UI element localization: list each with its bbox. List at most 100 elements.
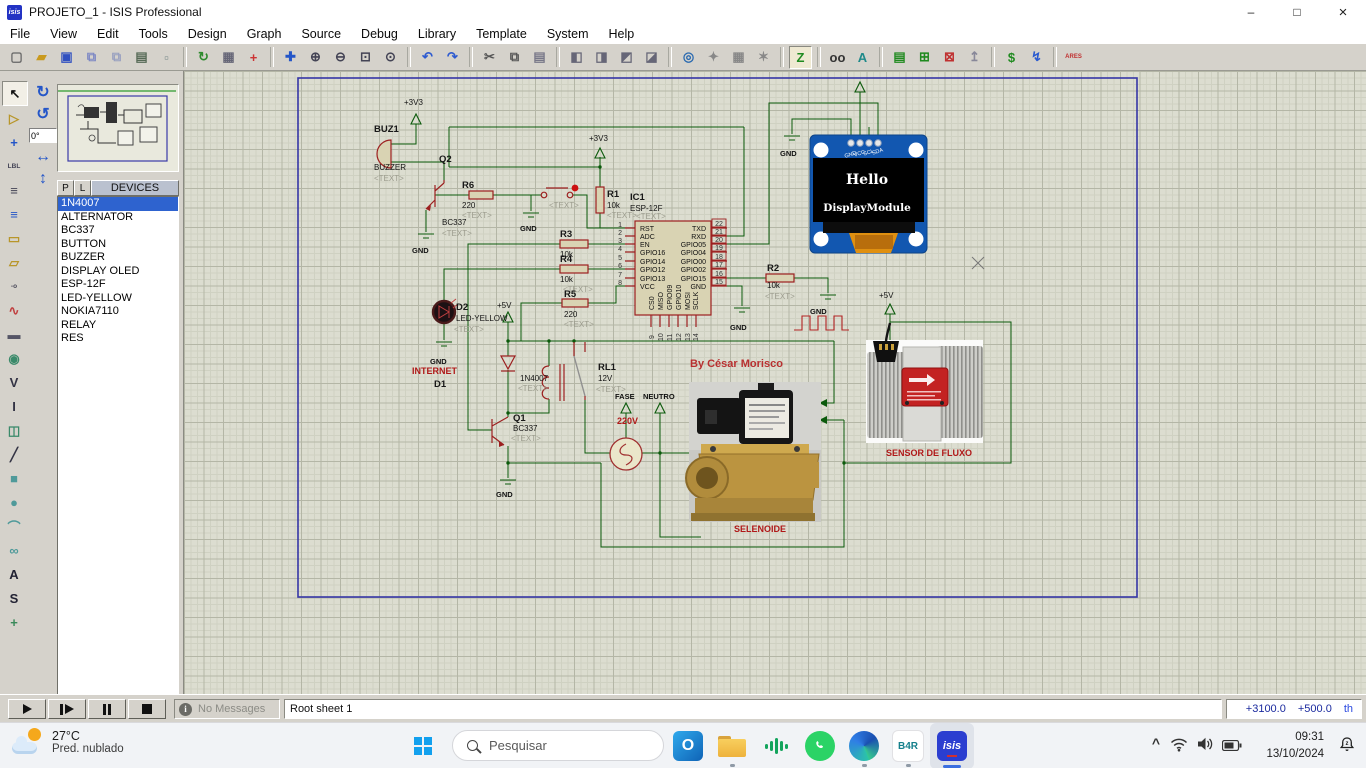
resistor-R4[interactable] — [560, 265, 588, 273]
device-pin-mode-button[interactable]: -o — [2, 275, 26, 298]
zoom-area-button[interactable]: ⊡ — [354, 46, 377, 69]
zoom-all-button[interactable]: ⊙ — [379, 46, 402, 69]
menu-design[interactable]: Design — [178, 27, 237, 41]
current-probe-mode-button[interactable]: I — [2, 395, 26, 418]
device-item-alternator[interactable]: ALTERNATOR — [58, 211, 178, 225]
junction-dot-mode-button[interactable]: + — [2, 131, 26, 154]
wire-label-mode-button[interactable]: LBL — [2, 155, 26, 178]
mirror-horizontal-button[interactable]: ↔ — [35, 146, 51, 168]
notification-bell-icon[interactable]: z — [1338, 736, 1356, 754]
paste-button[interactable]: ▤ — [528, 46, 551, 69]
overview-pane[interactable] — [57, 84, 179, 172]
packaging-tool-button[interactable]: ▦ — [727, 46, 750, 69]
devices-list[interactable]: 1N4007ALTERNATORBC337BUTTONBUZZERDISPLAY… — [57, 196, 179, 762]
block-move-button[interactable]: ◨ — [590, 46, 613, 69]
isis-taskbar-button[interactable]: isis — [930, 723, 974, 768]
flow-sensor-photo[interactable] — [866, 323, 983, 443]
selection-mode-button[interactable]: ↖ — [2, 81, 28, 106]
tape-recorder-mode-button[interactable]: ▬ — [2, 323, 26, 346]
bill-of-materials-button[interactable]: $ — [1000, 46, 1023, 69]
new-file-button[interactable]: ▢ — [5, 46, 28, 69]
block-delete-button[interactable]: ◪ — [640, 46, 663, 69]
solenoid-valve-photo[interactable] — [686, 382, 821, 522]
make-device-button[interactable]: ✦ — [702, 46, 725, 69]
open-folder-button[interactable]: ▰ — [30, 46, 53, 69]
electrical-rule-check-button[interactable]: ↯ — [1025, 46, 1048, 69]
menu-library[interactable]: Library — [408, 27, 466, 41]
bus-mode-button[interactable]: ≡ — [2, 203, 26, 226]
b4r-taskbar-button[interactable]: B4R — [886, 723, 930, 768]
schematic-canvas[interactable]: +3V3BUZ1BUZZER<TEXT>Q2BC337<TEXT>R6220<T… — [183, 71, 1366, 694]
device-item-esp-12f[interactable]: ESP-12F — [58, 278, 178, 292]
play-button[interactable] — [8, 699, 46, 719]
pick-device-button[interactable]: ◎ — [677, 46, 700, 69]
maximize-button[interactable]: □ — [1274, 0, 1320, 24]
toggle-grid-button[interactable]: ▦ — [217, 46, 240, 69]
box-mode-button[interactable]: ■ — [2, 467, 26, 490]
goto-sheet-button[interactable]: ↥ — [963, 46, 986, 69]
voltage-probe-mode-button[interactable]: V — [2, 371, 26, 394]
rotate-anticlockwise-button[interactable]: ↺ — [36, 103, 49, 125]
netlist-to-ares-button[interactable]: ARES — [1062, 46, 1085, 69]
marker-mode-button[interactable]: + — [2, 611, 26, 634]
pause-button[interactable] — [88, 699, 126, 719]
line-mode-button[interactable]: ╱ — [2, 443, 26, 466]
component-mode-button[interactable]: ▷ — [2, 107, 26, 130]
device-item-display-oled[interactable]: DISPLAY OLED — [58, 265, 178, 279]
symbol-mode-button[interactable]: S — [2, 587, 26, 610]
menu-graph[interactable]: Graph — [237, 27, 292, 41]
menu-source[interactable]: Source — [291, 27, 351, 41]
menu-template[interactable]: Template — [466, 27, 537, 41]
search-box[interactable]: Pesquisar — [452, 730, 664, 761]
clock[interactable]: 09:31 13/10/2024 — [1266, 729, 1324, 762]
start-button[interactable] — [400, 723, 446, 768]
cut-button[interactable]: ✂ — [478, 46, 501, 69]
stop-button[interactable] — [128, 699, 166, 719]
device-item-1n4007[interactable]: 1N4007 — [58, 197, 178, 211]
alternator-220v[interactable] — [610, 438, 642, 470]
zoom-out-button[interactable]: ⊖ — [329, 46, 352, 69]
explorer-taskbar-button[interactable] — [710, 723, 754, 768]
wifi-icon[interactable] — [1170, 737, 1188, 752]
generator-mode-button[interactable]: ◉ — [2, 347, 26, 370]
resistor-R6[interactable] — [469, 191, 493, 199]
weather-widget[interactable]: 27°C Pred. nublado — [12, 728, 124, 755]
resistor-R5[interactable] — [562, 299, 588, 307]
text-script-mode-button[interactable]: ≡ — [2, 179, 26, 202]
led-D2[interactable] — [433, 299, 458, 323]
resistor-R3[interactable] — [560, 240, 588, 248]
zoom-in-button[interactable]: ⊕ — [304, 46, 327, 69]
whatsapp-taskbar-button[interactable] — [798, 723, 842, 768]
mark-output-area-button[interactable]: ▫ — [155, 46, 178, 69]
push-button[interactable] — [541, 185, 578, 198]
menu-debug[interactable]: Debug — [351, 27, 408, 41]
rotation-angle-input[interactable] — [29, 128, 57, 143]
edge-taskbar-button[interactable] — [842, 723, 886, 768]
import-section-button[interactable]: ⧉ — [80, 46, 103, 69]
origin-button[interactable]: + — [242, 46, 265, 69]
minimize-button[interactable]: – — [1228, 0, 1274, 24]
pan-button[interactable]: ✚ — [279, 46, 302, 69]
voice-taskbar-button[interactable] — [754, 723, 798, 768]
close-button[interactable]: × — [1320, 0, 1366, 24]
rotate-clockwise-button[interactable]: ↻ — [36, 81, 49, 103]
design-explorer-button[interactable]: ▤ — [888, 46, 911, 69]
save-button[interactable]: ▣ — [55, 46, 78, 69]
subcircuit-mode-button[interactable]: ▭ — [2, 227, 26, 250]
graph-mode-button[interactable]: ∿ — [2, 299, 26, 322]
transistor-Q1[interactable] — [492, 417, 508, 447]
block-copy-button[interactable]: ◧ — [565, 46, 588, 69]
block-rotate-button[interactable]: ◩ — [615, 46, 638, 69]
redo-button[interactable]: ↷ — [441, 46, 464, 69]
device-item-led-yellow[interactable]: LED-YELLOW — [58, 292, 178, 306]
menu-system[interactable]: System — [537, 27, 599, 41]
new-sheet-button[interactable]: ⊞ — [913, 46, 936, 69]
remove-sheet-button[interactable]: ⊠ — [938, 46, 961, 69]
arc-mode-button[interactable]: ⌒ — [2, 515, 26, 538]
library-manager-button[interactable]: L — [74, 180, 91, 196]
menu-file[interactable]: File — [0, 27, 40, 41]
property-assignment-button[interactable]: A — [851, 46, 874, 69]
device-item-nokia7110[interactable]: NOKIA7110 — [58, 305, 178, 319]
print-button[interactable]: ▤ — [130, 46, 153, 69]
device-item-buzzer[interactable]: BUZZER — [58, 251, 178, 265]
